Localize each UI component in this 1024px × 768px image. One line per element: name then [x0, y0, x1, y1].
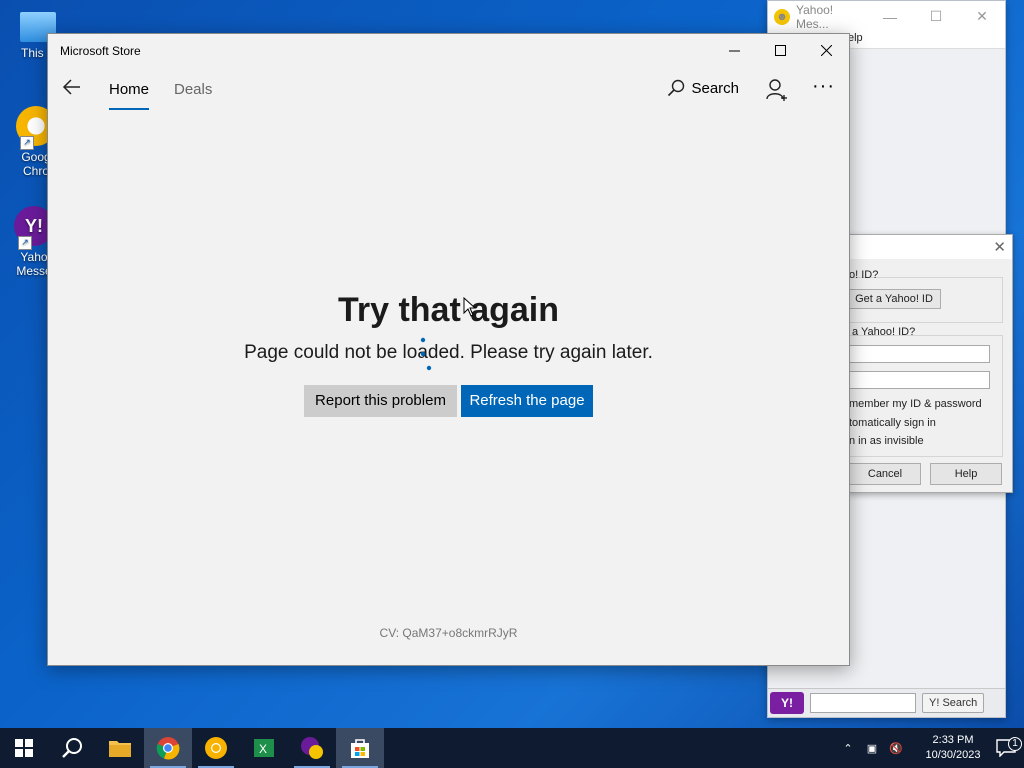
dialog-close-button[interactable]: ✕ [993, 238, 1006, 256]
close-button[interactable]: ✕ [959, 8, 1005, 25]
tab-deals[interactable]: Deals [174, 81, 212, 98]
refresh-page-button[interactable]: Refresh the page [461, 385, 593, 417]
close-icon [820, 45, 832, 56]
store-bag-icon [351, 739, 369, 758]
correlation-vector: CV: QaM37+o8ckmrRJyR [379, 626, 518, 640]
report-problem-button[interactable]: Report this problem [304, 385, 457, 417]
maximize-button[interactable] [757, 34, 803, 67]
yahoo-search-input[interactable] [810, 693, 916, 713]
taskbar-spreadsheet-app[interactable]: X [240, 728, 288, 768]
yahoo-logo-icon: Y! [770, 692, 804, 714]
yahoo-window-title: Yahoo! Mes... [796, 2, 834, 31]
yahoo-smiley-icon: ☻ [774, 8, 790, 25]
back-arrow-icon[interactable] [62, 77, 82, 97]
more-options-icon[interactable]: ··· [812, 75, 835, 98]
yahoo-search-button[interactable]: Y! Search [922, 693, 985, 713]
maximize-button[interactable]: ☐ [913, 8, 959, 25]
store-nav-bar: Home Deals Search ··· [48, 67, 849, 117]
taskbar-google-chrome[interactable] [144, 728, 192, 768]
mouse-cursor-icon [463, 297, 477, 317]
search-button[interactable]: Search [667, 79, 739, 97]
minimize-button[interactable]: — [867, 9, 913, 25]
store-window-title: Microsoft Store [60, 43, 141, 58]
yahoo-messenger-icon [301, 737, 323, 759]
dialog-title-bar: ✕ [849, 235, 1012, 259]
notification-center-button[interactable]: 1 [988, 737, 1024, 757]
close-button[interactable] [803, 34, 849, 67]
system-tray: ⌃ ▣ 🔇 2:33 PM 10/30/2023 1 [836, 728, 1024, 768]
auto-sign-in-checkbox[interactable]: tomatically sign in [849, 417, 936, 429]
sign-in-invisible-checkbox[interactable]: n in as invisible [849, 435, 924, 447]
chrome-icon [156, 737, 180, 760]
clock-date: 10/30/2023 [925, 749, 981, 761]
loading-spinner-icon [420, 337, 432, 371]
taskbar-file-explorer[interactable] [96, 728, 144, 768]
tab-home-underline [109, 108, 149, 110]
chevron-up-icon[interactable]: ⌃ [836, 742, 860, 755]
chrome-canary-icon [205, 737, 227, 759]
minimize-button[interactable] [711, 34, 757, 67]
speaker-muted-icon[interactable]: 🔇 [884, 742, 908, 755]
microsoft-store-window[interactable]: Microsoft Store Home Deals Search ··· Tr… [47, 33, 850, 666]
remember-id-checkbox[interactable]: member my ID & password [849, 398, 982, 410]
taskbar-search-button[interactable] [48, 728, 96, 768]
clock[interactable]: 2:33 PM 10/30/2023 [918, 733, 988, 763]
account-add-icon[interactable] [765, 78, 789, 102]
search-label: Search [691, 79, 739, 97]
yahoo-id-field[interactable] [847, 345, 990, 363]
existing-user-question: a Yahoo! ID? [852, 326, 916, 338]
spreadsheet-icon: X [254, 739, 274, 757]
folder-icon [109, 741, 131, 757]
cancel-button[interactable]: Cancel [849, 463, 921, 485]
windows-logo-icon [15, 739, 33, 757]
new-user-question: o! ID? [849, 269, 879, 281]
search-icon [62, 738, 82, 758]
shortcut-arrow-icon: ↗ [20, 136, 34, 150]
taskbar-microsoft-store[interactable] [336, 728, 384, 768]
clock-time: 2:33 PM [932, 734, 974, 746]
network-icon[interactable]: ▣ [860, 742, 884, 755]
minimize-icon [728, 50, 740, 52]
svg-text:X: X [259, 742, 267, 756]
maximize-icon [774, 45, 786, 56]
get-yahoo-id-button[interactable]: Get a Yahoo! ID [847, 289, 941, 309]
yahoo-title-bar[interactable]: ☻ Yahoo! Mes... — ☐ ✕ [768, 1, 1005, 32]
yahoo-search-bar: Y! Y! Search [768, 688, 1005, 717]
yahoo-login-dialog[interactable]: ✕ o! ID? Get a Yahoo! ID a Yahoo! ID? me… [839, 234, 1013, 493]
taskbar-chrome-canary[interactable] [192, 728, 240, 768]
notification-count: 1 [1008, 737, 1022, 751]
start-button[interactable] [0, 728, 48, 768]
taskbar-yahoo-messenger[interactable] [288, 728, 336, 768]
taskbar: X ⌃ ▣ 🔇 2:33 PM 10/30/2023 1 [0, 728, 1024, 768]
help-button[interactable]: Help [930, 463, 1002, 485]
shortcut-arrow-icon: ↗ [18, 236, 32, 250]
tab-home[interactable]: Home [109, 81, 149, 98]
password-field[interactable] [847, 371, 990, 389]
error-title: Try that again [337, 291, 560, 329]
error-subtitle: Page could not be loaded. Please try aga… [244, 342, 653, 363]
search-icon [668, 79, 685, 97]
store-title-bar[interactable]: Microsoft Store [48, 34, 849, 67]
